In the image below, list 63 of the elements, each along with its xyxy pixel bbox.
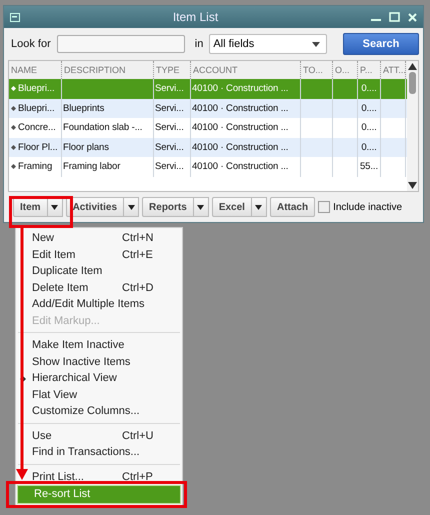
in-label: in: [194, 38, 204, 50]
look-for-field[interactable]: [56, 35, 185, 53]
maximize-icon[interactable]: [389, 12, 400, 22]
highlight-frame: [9, 196, 73, 228]
caret-icon: [128, 204, 135, 210]
scrollbar[interactable]: [407, 61, 418, 191]
menu-item[interactable]: Print List... Ctrl+P: [16, 468, 182, 485]
bullet-icon: [10, 144, 16, 150]
dropdown-arrow-button[interactable]: [194, 197, 209, 217]
table-cell: Blueprints: [62, 98, 154, 118]
toolbar-button[interactable]: Attach: [270, 197, 316, 217]
bullet-icon: [10, 106, 16, 111]
menu-item[interactable]: Flat View: [16, 386, 182, 403]
caret-icon: [312, 42, 320, 46]
menu-item[interactable]: Duplicate Item: [16, 263, 182, 280]
scroll-down-icon[interactable]: [408, 182, 417, 189]
scroll-thumb[interactable]: [409, 72, 416, 94]
menu-item[interactable]: Customize Columns...: [16, 403, 182, 420]
scroll-up-icon[interactable]: [408, 63, 417, 70]
bullet-icon: [10, 125, 16, 130]
dropdown-arrow-button[interactable]: [124, 197, 140, 217]
toolbar-button[interactable]: Activities: [66, 197, 124, 217]
bullet-icon: [10, 86, 16, 92]
table-cell: Bluepri...: [17, 98, 62, 118]
table-cell: Framing labor: [62, 157, 154, 176]
toolbar-button[interactable]: Item: [13, 197, 48, 217]
table-cell: 40100 · Construction ...: [191, 138, 301, 157]
bullet-icon: [10, 164, 16, 170]
close-icon[interactable]: [408, 12, 417, 22]
window-title: Item List: [172, 10, 220, 24]
dropdown-arrow-button[interactable]: [252, 197, 267, 217]
caret-icon: [197, 204, 204, 210]
table-cell: 55...: [358, 157, 381, 176]
table-cell: Servi...: [154, 138, 191, 157]
table-row[interactable]: Bluepri... Blueprints Servi... 40100 · Construction ... 0....: [9, 98, 407, 118]
include-inactive-label: Include inactive: [333, 202, 402, 212]
toolbar-button[interactable]: Excel: [212, 197, 252, 217]
field-scope-dropdown[interactable]: All fields: [209, 34, 328, 54]
window-menu-icon[interactable]: [10, 12, 20, 22]
table-cell: 0....: [358, 98, 381, 118]
table-row[interactable]: Framing Framing labor Servi... 40100 · Construction ... 55...: [9, 157, 407, 176]
toolbar-button[interactable]: Reports: [142, 197, 194, 217]
table-cell: Floor plans: [62, 138, 154, 157]
menu-item[interactable]: Edit Item Ctrl+E: [16, 246, 182, 263]
menu-item[interactable]: Add/Edit Multiple Items: [16, 296, 182, 312]
table-cell: 40100 · Construction ...: [191, 157, 301, 176]
table-cell: 0....: [358, 138, 381, 157]
table-cell: 40100 · Construction ...: [191, 98, 301, 118]
look-for-label: Look for: [10, 38, 51, 50]
menu-item[interactable]: Make Item Inactive: [16, 337, 182, 354]
table-cell: Servi...: [154, 157, 191, 176]
menu-item[interactable]: Find in Transactions...: [16, 444, 182, 460]
menu-item[interactable]: Use Ctrl+U: [16, 428, 182, 444]
caret-icon: [51, 204, 58, 210]
table-cell: Floor Pl...: [17, 138, 62, 157]
caret-icon: [255, 204, 262, 210]
table-cell: Framing: [17, 157, 62, 176]
table-row[interactable]: Floor Pl... Floor plans Servi... 40100 · Construction ... 0....: [9, 138, 407, 157]
menu-item[interactable]: Show Inactive Items: [16, 354, 182, 370]
search-button[interactable]: Search: [343, 33, 419, 55]
table-cell: Servi...: [154, 98, 191, 118]
menu-item[interactable]: Delete Item Ctrl+D: [16, 280, 182, 296]
menu-item[interactable]: New Ctrl+N: [16, 230, 182, 246]
